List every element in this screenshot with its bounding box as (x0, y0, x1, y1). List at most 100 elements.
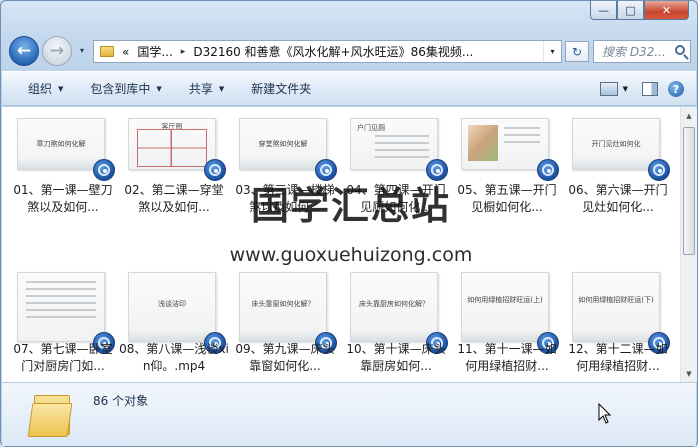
thumbnail-landscape (573, 329, 659, 341)
file-item[interactable]: 浅谈洁印 08、第八课—浅谈xin仰。.mp4 (119, 265, 229, 382)
floor-plan-image (137, 129, 207, 167)
scroll-down-icon[interactable]: ▼ (681, 365, 697, 382)
file-name: 12、第十二课—如何用绿植招财... (568, 342, 668, 373)
search-icon[interactable] (675, 45, 685, 55)
breadcrumb-item[interactable]: 国学... (137, 43, 172, 60)
video-thumbnail: 如何用绿植招财旺运(下) (572, 272, 660, 342)
thumbnail-landscape (462, 329, 548, 341)
thumbnail-caption: 床头靠窗如何化解？ (251, 300, 315, 308)
thumbnail-text-lines (26, 281, 96, 323)
forward-button[interactable]: → (42, 36, 72, 66)
vertical-scrollbar[interactable]: ▲ ▼ (680, 107, 697, 382)
recent-pages-icon[interactable]: ▾ (80, 46, 84, 55)
video-thumbnail: 开门见灶如何化 (572, 118, 660, 170)
breadcrumb-overflow[interactable]: « (122, 45, 129, 59)
file-item[interactable]: 章刀煞如何化解 01、第一课—壁刀煞以及如何... (8, 111, 118, 249)
organize-label: 组织 (28, 82, 53, 96)
command-bar: 组织 ▼ 包含到库中 ▼ 共享 ▼ 新建文件夹 ▼ ? (2, 71, 696, 106)
back-button[interactable]: ← (9, 36, 39, 66)
thumbnail-caption: 如何用绿植招财旺运(下) (578, 296, 654, 304)
navigation-bar: ← → ▾ « 国学... ▸ D32160 和善意《风水化解+风水旺运》86集… (9, 34, 691, 66)
maximize-button[interactable]: □ (617, 1, 644, 20)
thumbnail-landscape (573, 157, 659, 169)
video-thumbnail (461, 118, 549, 170)
thumbnail-caption: 户门见厕 (357, 124, 385, 132)
watermark-url: www.guoxuehuizong.com (229, 244, 473, 266)
thumbnail-caption: 浅谈洁印 (158, 300, 186, 308)
close-button[interactable]: ✕ (644, 1, 689, 20)
folder-icon (27, 391, 74, 437)
preview-pane-icon[interactable] (642, 82, 658, 96)
file-name: 01、第一课—壁刀煞以及如何... (13, 183, 113, 214)
video-thumbnail: 床头靠窗如何化解？ (239, 272, 327, 342)
scroll-up-icon[interactable]: ▲ (681, 107, 697, 124)
video-thumbnail: 床头靠厨房如何化解？ (350, 272, 438, 342)
file-item[interactable]: 开门见灶如何化 06、第六课—开门见灶如何化... (563, 111, 673, 249)
file-item[interactable]: 如何用绿植招财旺运(上) 11、第十一课—如何用绿植招财... (452, 265, 562, 382)
video-thumbnail: 章刀煞如何化解 (17, 118, 105, 170)
include-in-library-menu[interactable]: 包含到库中 ▼ (90, 80, 161, 97)
folder-icon (100, 46, 114, 57)
explorer-window: — □ ✕ ← → ▾ « 国学... ▸ D32160 和善意《风水化解+风水… (0, 0, 698, 447)
refresh-button[interactable]: ↻ (565, 41, 589, 62)
details-pane: 86 个对象 (2, 382, 696, 446)
file-name: 11、第十一课—如何用绿植招财... (457, 342, 557, 373)
video-file-icon (93, 159, 115, 181)
thumbnail-caption: 开门见灶如何化 (591, 140, 641, 148)
thumbnail-text-lines (375, 135, 429, 163)
thumbnail-caption: 如何用绿植招财旺运(上) (467, 296, 543, 304)
file-item[interactable]: 07、第七课—卧室门对厨房门如... (8, 265, 118, 382)
thumbnail-landscape (129, 329, 215, 341)
mouse-cursor-icon (598, 403, 612, 424)
file-name: 08、第八课—浅谈xin仰。.mp4 (119, 342, 229, 373)
watermark-title: 国学汇总站 (250, 183, 451, 228)
view-controls: ▼ ? (599, 81, 684, 97)
file-name: 09、第九课—床头靠窗如何化... (235, 342, 335, 373)
file-item[interactable]: 床头靠厨房如何化解？ 10、第十课—床头靠厨房如何... (341, 265, 451, 382)
thumbnail-caption: 床头靠厨房如何化解？ (359, 300, 429, 308)
help-icon[interactable]: ? (668, 81, 684, 97)
room-photo-image (468, 125, 498, 161)
chevron-down-icon: ▼ (156, 84, 162, 93)
file-item[interactable]: 如何用绿植招财旺运(下) 12、第十二课—如何用绿植招财... (563, 265, 673, 382)
chevron-down-icon: ▼ (58, 84, 64, 93)
address-bar[interactable]: « 国学... ▸ D32160 和善意《风水化解+风水旺运》86集视频... … (93, 40, 562, 63)
file-name: 10、第十课—床头靠厨房如何... (346, 342, 446, 373)
breadcrumb-current[interactable]: D32160 和善意《风水化解+风水旺运》86集视频... (193, 43, 473, 60)
item-count: 86 个对象 (93, 394, 149, 408)
new-folder-button[interactable]: 新建文件夹 (251, 80, 311, 97)
video-thumbnail: 如何用绿植招财旺运(上) (461, 272, 549, 342)
video-file-icon (648, 159, 670, 181)
share-label: 共享 (188, 82, 213, 96)
change-view-icon[interactable] (599, 82, 618, 96)
thumbnail-caption: 章刀煞如何化解 (36, 140, 86, 148)
thumbnail-landscape (240, 157, 326, 169)
thumbnail-caption: 穿堂煞如何化解 (258, 140, 308, 148)
video-thumbnail: 户门见厕 (350, 118, 438, 170)
include-in-library-label: 包含到库中 (90, 82, 151, 96)
share-menu[interactable]: 共享 ▼ (189, 80, 224, 97)
video-thumbnail: 浅谈洁印 (128, 272, 216, 342)
video-thumbnail: 客厅图 (128, 118, 216, 170)
thumbnail-landscape (240, 329, 326, 341)
thumbnail-text-lines (504, 127, 540, 148)
file-name: 06、第六课—开门见灶如何化... (568, 183, 668, 214)
breadcrumb-separator-icon[interactable]: ▸ (181, 47, 186, 57)
video-thumbnail: 穿堂煞如何化解 (239, 118, 327, 170)
video-thumbnail (17, 272, 105, 342)
organize-menu[interactable]: 组织 ▼ (28, 80, 63, 97)
file-item[interactable]: 床头靠窗如何化解？ 09、第九课—床头靠窗如何化... (230, 265, 340, 382)
minimize-button[interactable]: — (590, 1, 617, 20)
video-file-icon (537, 159, 559, 181)
thumbnail-landscape (18, 157, 104, 169)
search-input[interactable]: 搜索 D32... (593, 40, 691, 63)
address-dropdown-icon[interactable]: ▾ (543, 41, 561, 62)
caption-buttons: — □ ✕ (590, 1, 689, 20)
new-folder-label: 新建文件夹 (251, 82, 312, 96)
search-placeholder: 搜索 D32... (602, 45, 666, 59)
chevron-down-icon[interactable]: ▼ (623, 85, 628, 93)
file-name: 07、第七课—卧室门对厨房门如... (13, 342, 113, 373)
chevron-down-icon: ▼ (218, 84, 225, 93)
thumbnail-landscape (351, 329, 437, 341)
scroll-thumb[interactable] (683, 127, 695, 255)
